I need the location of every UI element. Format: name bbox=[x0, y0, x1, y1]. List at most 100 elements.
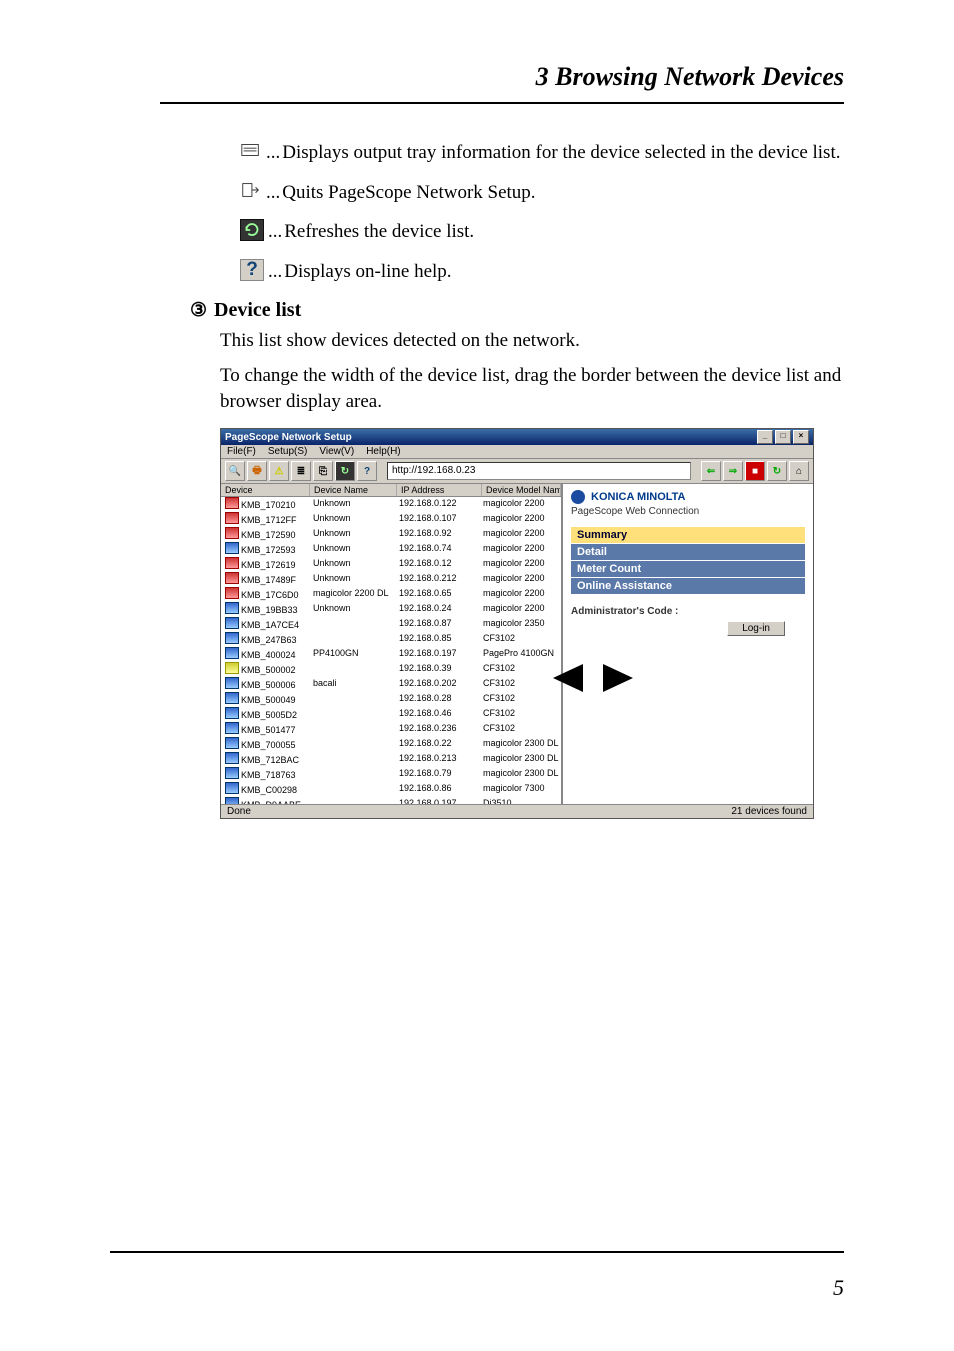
cell-model: magicolor 2200 bbox=[479, 602, 561, 617]
cell-ip: 192.168.0.22 bbox=[395, 737, 479, 752]
maximize-button[interactable]: □ bbox=[775, 430, 791, 444]
cell-ip: 192.168.0.122 bbox=[395, 497, 479, 512]
cell-device: KMB_500002 bbox=[221, 662, 309, 677]
menu-item[interactable]: Help(H) bbox=[366, 446, 400, 457]
table-row[interactable]: KMB_17489FUnknown192.168.0.212magicolor … bbox=[221, 572, 561, 587]
table-row[interactable]: KMB_700055192.168.0.22magicolor 2300 DL bbox=[221, 737, 561, 752]
cell-ip: 192.168.0.12 bbox=[395, 557, 479, 572]
bullet-help-text: Displays on-line help. bbox=[284, 259, 844, 285]
cell-ip: 192.168.0.79 bbox=[395, 767, 479, 782]
col-header-ip[interactable]: IP Address bbox=[397, 484, 482, 496]
cell-model: CF3102 bbox=[479, 722, 561, 737]
col-header-name[interactable]: Device Name bbox=[310, 484, 397, 496]
back-icon[interactable]: ⇐ bbox=[701, 461, 721, 481]
device-list-pane[interactable]: Device Device Name IP Address Device Mod… bbox=[221, 484, 563, 804]
ellipsis: ... bbox=[268, 219, 282, 245]
cell-ip: 192.168.0.107 bbox=[395, 512, 479, 527]
cell-model: CF3102 bbox=[479, 632, 561, 647]
cell-name bbox=[309, 722, 395, 737]
printer-icon[interactable]: 🖶 bbox=[247, 461, 267, 481]
cell-model: magicolor 7300 bbox=[479, 782, 561, 797]
sidebar-item[interactable]: Detail bbox=[571, 544, 805, 560]
cell-name: Unknown bbox=[309, 572, 395, 587]
col-header-device[interactable]: Device bbox=[221, 484, 310, 496]
cell-model: magicolor 2300 DL bbox=[479, 767, 561, 782]
exit-icon[interactable]: ↻ bbox=[335, 461, 355, 481]
cell-name: bacali bbox=[309, 677, 395, 692]
tray-icon[interactable]: ⎘ bbox=[313, 461, 333, 481]
window-titlebar[interactable]: PageScope Network Setup _ □ × bbox=[221, 429, 813, 445]
admin-code-label: Administrator's Code : bbox=[571, 606, 805, 617]
footer-rule bbox=[110, 1251, 844, 1253]
forward-icon[interactable]: ⇒ bbox=[723, 461, 743, 481]
help-toolbar-icon[interactable]: ? bbox=[357, 461, 377, 481]
table-row[interactable]: KMB_500049192.168.0.28CF3102 bbox=[221, 692, 561, 707]
sidebar-item[interactable]: Meter Count bbox=[571, 561, 805, 577]
table-row[interactable]: KMB_712BAC192.168.0.213magicolor 2300 DL bbox=[221, 752, 561, 767]
section-para-1: This list show devices detected on the n… bbox=[220, 328, 844, 354]
table-row[interactable]: KMB_718763192.168.0.79magicolor 2300 DL bbox=[221, 767, 561, 782]
table-row[interactable]: KMB_172590Unknown192.168.0.92magicolor 2… bbox=[221, 527, 561, 542]
cell-ip: 192.168.0.28 bbox=[395, 692, 479, 707]
cell-model: magicolor 2300 DL bbox=[479, 752, 561, 767]
menu-item[interactable]: View(V) bbox=[319, 446, 354, 457]
sidebar-item[interactable]: Summary bbox=[571, 527, 805, 543]
cell-model: magicolor 2200 bbox=[479, 527, 561, 542]
cell-name bbox=[309, 782, 395, 797]
login-button[interactable]: Log-in bbox=[727, 621, 785, 636]
table-row[interactable]: KMB_400024PP4100GN192.168.0.197PagePro 4… bbox=[221, 647, 561, 662]
browser-pane[interactable]: KONICA MINOLTA PageScope Web Connection … bbox=[563, 484, 813, 804]
col-header-model[interactable]: Device Model Name bbox=[482, 484, 561, 496]
table-row[interactable]: KMB_C00298192.168.0.86magicolor 7300 bbox=[221, 782, 561, 797]
table-row[interactable]: KMB_19BB33Unknown192.168.0.24magicolor 2… bbox=[221, 602, 561, 617]
cell-model: magicolor 2200 bbox=[479, 542, 561, 557]
cell-device: KMB_170210 bbox=[221, 497, 309, 512]
cell-device: KMB_19BB33 bbox=[221, 602, 309, 617]
cell-device: KMB_17C6D0 bbox=[221, 587, 309, 602]
table-row[interactable]: KMB_501477192.168.0.236CF3102 bbox=[221, 722, 561, 737]
table-row[interactable]: KMB_170210Unknown192.168.0.122magicolor … bbox=[221, 497, 561, 512]
table-row[interactable]: KMB_500002192.168.0.39CF3102 bbox=[221, 662, 561, 677]
minimize-button[interactable]: _ bbox=[757, 430, 773, 444]
sidebar-item[interactable]: Online Assistance bbox=[571, 578, 805, 594]
table-row[interactable]: KMB_1712FFUnknown192.168.0.107magicolor … bbox=[221, 512, 561, 527]
table-row[interactable]: KMB_17C6D0magicolor 2200 DL192.168.0.65m… bbox=[221, 587, 561, 602]
quit-icon bbox=[240, 180, 262, 200]
home-icon[interactable]: ⌂ bbox=[789, 461, 809, 481]
cell-model: magicolor 2350 bbox=[479, 617, 561, 632]
table-row[interactable]: KMB_247B63192.168.0.85CF3102 bbox=[221, 632, 561, 647]
cell-name: Unknown bbox=[309, 602, 395, 617]
cell-name bbox=[309, 767, 395, 782]
cell-ip: 192.168.0.202 bbox=[395, 677, 479, 692]
bullet-refresh-text: Refreshes the device list. bbox=[284, 219, 844, 245]
url-input[interactable]: http://192.168.0.23 bbox=[387, 462, 691, 480]
cell-model: magicolor 2200 bbox=[479, 497, 561, 512]
search-icon[interactable]: 🔍 bbox=[225, 461, 245, 481]
menu-item[interactable]: File(F) bbox=[227, 446, 256, 457]
section-heading: Device list bbox=[214, 299, 301, 321]
status-left: Done bbox=[227, 806, 251, 817]
table-row[interactable]: KMB_1A7CE4192.168.0.87magicolor 2350 bbox=[221, 617, 561, 632]
cell-model: magicolor 2200 bbox=[479, 557, 561, 572]
list-icon[interactable]: ≣ bbox=[291, 461, 311, 481]
table-row[interactable]: KMB_172619Unknown192.168.0.12magicolor 2… bbox=[221, 557, 561, 572]
warning-icon[interactable]: ⚠ bbox=[269, 461, 289, 481]
stop-icon[interactable]: ■ bbox=[745, 461, 765, 481]
menu-item[interactable]: Setup(S) bbox=[268, 446, 307, 457]
cell-model: PagePro 4100GN bbox=[479, 647, 561, 662]
bullet-tray-text: Displays output tray information for the… bbox=[282, 140, 844, 166]
cell-model: CF3102 bbox=[479, 692, 561, 707]
refresh-icon bbox=[240, 219, 264, 241]
table-row[interactable]: KMB_500006bacali192.168.0.202CF3102 bbox=[221, 677, 561, 692]
cell-name: Unknown bbox=[309, 512, 395, 527]
table-row[interactable]: KMB_172593Unknown192.168.0.74magicolor 2… bbox=[221, 542, 561, 557]
cell-ip: 192.168.0.46 bbox=[395, 707, 479, 722]
page-number: 5 bbox=[833, 1275, 844, 1301]
cell-model: CF3102 bbox=[479, 707, 561, 722]
cell-ip: 192.168.0.213 bbox=[395, 752, 479, 767]
table-row[interactable]: KMB_5005D2192.168.0.46CF3102 bbox=[221, 707, 561, 722]
cell-ip: 192.168.0.87 bbox=[395, 617, 479, 632]
close-button[interactable]: × bbox=[793, 430, 809, 444]
table-row[interactable]: KMB_D9AABE192.168.0.197Di3510 bbox=[221, 797, 561, 804]
reload-icon[interactable]: ↻ bbox=[767, 461, 787, 481]
